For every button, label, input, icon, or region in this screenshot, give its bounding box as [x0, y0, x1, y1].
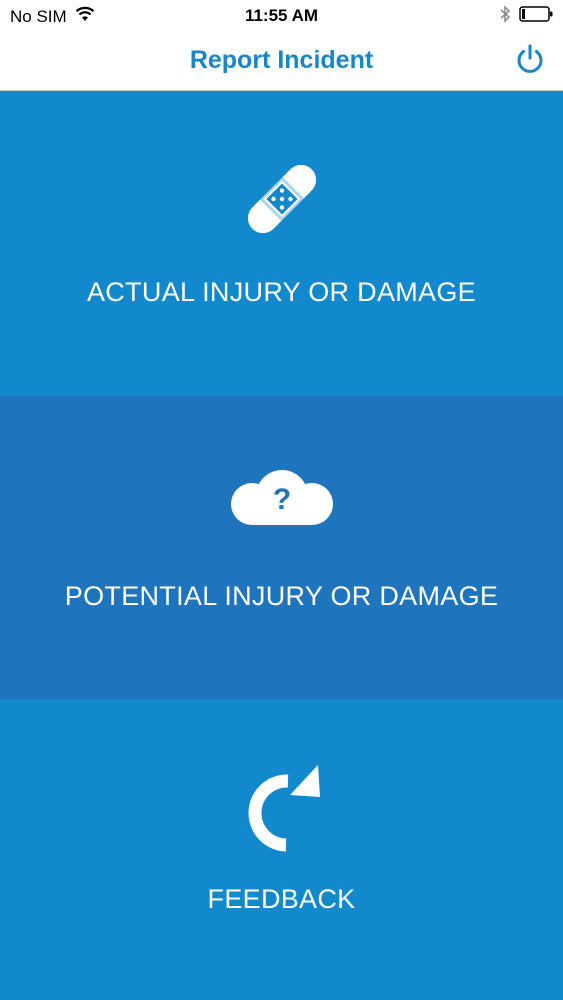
bluetooth-icon — [499, 5, 511, 28]
actual-injury-label: ACTUAL INJURY OR DAMAGE — [87, 277, 476, 307]
potential-injury-label: POTENTIAL INJURY OR DAMAGE — [64, 581, 499, 611]
feedback-label: FEEDBACK — [207, 884, 356, 914]
actual-injury-tile[interactable]: ACTUAL INJURY OR DAMAGE — [0, 91, 563, 396]
status-right — [499, 5, 555, 28]
potential-injury-tile[interactable]: ? POTENTIAL INJURY OR DAMAGE — [0, 396, 563, 699]
report-incident-screen: No SIM 11:55 AM Report Incident ACTUAL I… — [0, 0, 563, 1000]
bandage-icon — [240, 157, 324, 246]
question-cloud-icon: ? — [230, 470, 334, 535]
battery-icon — [519, 5, 555, 28]
nav-bar: Report Incident — [0, 32, 563, 91]
status-time: 11:55 AM — [244, 6, 319, 25]
refresh-arrow-icon — [232, 761, 332, 866]
power-icon — [517, 44, 543, 73]
status-bar: No SIM 11:55 AM — [0, 0, 563, 32]
feedback-tile[interactable]: FEEDBACK — [0, 699, 563, 1000]
power-button[interactable] — [513, 42, 547, 76]
page-title: Report Incident — [189, 46, 374, 74]
svg-text:?: ? — [272, 483, 290, 516]
